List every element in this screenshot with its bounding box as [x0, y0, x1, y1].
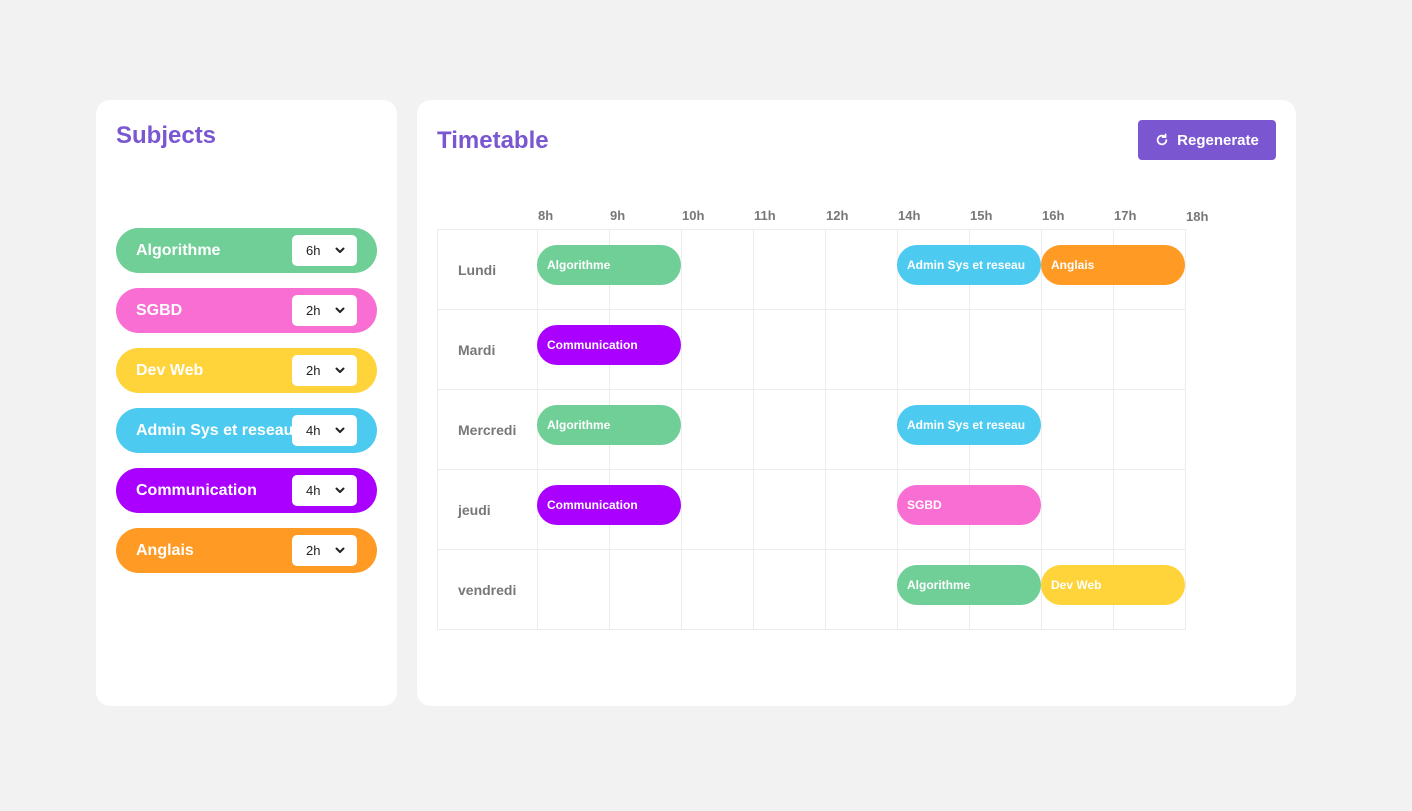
grid-line [825, 550, 826, 630]
subjects-title: Subjects [116, 122, 217, 149]
day-row: jeudi Communication SGBD [438, 470, 1185, 550]
grid-line [1113, 470, 1114, 549]
timetable-slot[interactable]: Algorithme [537, 245, 681, 285]
grid-line [1041, 390, 1042, 469]
hours-select[interactable]: 6h [292, 235, 357, 266]
grid-line [825, 310, 826, 389]
subject-item: Dev Web 2h [116, 348, 377, 393]
grid-line [969, 310, 970, 389]
hours-select[interactable]: 4h [292, 475, 357, 506]
chevron-down-icon [335, 367, 345, 373]
subject-item: Admin Sys et reseau 4h [116, 408, 377, 453]
day-label: jeudi [458, 502, 491, 518]
hour-label: 8h [538, 208, 554, 223]
timetable-title: Timetable [437, 127, 549, 154]
grid-line [537, 550, 538, 630]
hours-select[interactable]: 2h [292, 535, 357, 566]
timetable-slot[interactable]: Communication [537, 325, 681, 365]
timetable-slot[interactable]: Admin Sys et reseau [897, 245, 1041, 285]
timetable-slot[interactable]: Algorithme [537, 405, 681, 445]
grid-line [681, 230, 682, 309]
chevron-down-icon [335, 247, 345, 253]
hours-value: 2h [306, 543, 321, 558]
timetable-slot[interactable]: Communication [537, 485, 681, 525]
hours-value: 2h [306, 363, 321, 378]
grid-line [1113, 310, 1114, 389]
grid-line [825, 390, 826, 469]
hour-label: 11h [754, 208, 776, 223]
subject-item: SGBD 2h [116, 288, 377, 333]
timetable-slot[interactable]: Dev Web [1041, 565, 1185, 605]
timetable-panel: Timetable Regenerate 8h 9h 10h 11h 12h 14h 15h… [417, 100, 1296, 706]
hours-value: 4h [306, 483, 321, 498]
grid-line [753, 470, 754, 549]
subject-item: Algorithme 6h [116, 228, 377, 273]
chevron-down-icon [335, 307, 345, 313]
hours-value: 4h [306, 423, 321, 438]
hour-label: 12h [826, 208, 849, 223]
grid-line [681, 550, 682, 630]
day-row: vendredi Algorithme Dev Web [438, 550, 1185, 630]
day-row: Lundi Algorithme Admin Sys et reseau Anglai… [438, 230, 1185, 310]
hour-label: 17h [1114, 208, 1137, 223]
timetable-slot[interactable]: Algorithme [897, 565, 1041, 605]
timetable-slot[interactable]: Anglais [1041, 245, 1185, 285]
hour-label: 14h [898, 208, 921, 223]
chevron-down-icon [335, 427, 345, 433]
grid-line [825, 470, 826, 549]
grid-line [1113, 390, 1114, 469]
hours-select[interactable]: 2h [292, 355, 357, 386]
regenerate-button[interactable]: Regenerate [1138, 120, 1276, 160]
day-row: Mercredi Algorithme Admin Sys et reseau [438, 390, 1185, 470]
grid-line [753, 390, 754, 469]
regenerate-label: Regenerate [1177, 131, 1259, 149]
hour-label: 9h [610, 208, 626, 223]
hour-label: 10h [682, 208, 705, 223]
grid-line [753, 550, 754, 630]
grid-line [1041, 310, 1042, 389]
grid-line [897, 310, 898, 389]
grid-line [681, 390, 682, 469]
hour-label: 15h [970, 208, 993, 223]
day-label: Mercredi [458, 422, 517, 438]
grid-line [825, 230, 826, 309]
day-label: Lundi [458, 262, 497, 278]
subject-item: Communication 4h [116, 468, 377, 513]
day-label: Mardi [458, 342, 496, 358]
hours-value: 6h [306, 243, 321, 258]
hour-label: 16h [1042, 208, 1065, 223]
grid-line [681, 470, 682, 549]
timetable-slot[interactable]: Admin Sys et reseau [897, 405, 1041, 445]
subjects-panel: Subjects Algorithme 6h SGBD 2h Dev Web 2h Admi… [96, 100, 397, 706]
timetable-slot[interactable]: SGBD [897, 485, 1041, 525]
grid-line [753, 310, 754, 389]
hours-select[interactable]: 4h [292, 415, 357, 446]
hour-label: 18h [1186, 209, 1209, 224]
hours-value: 2h [306, 303, 321, 318]
refresh-icon [1156, 133, 1168, 146]
hours-select[interactable]: 2h [292, 295, 357, 326]
subject-item: Anglais 2h [116, 528, 377, 573]
chevron-down-icon [335, 487, 345, 493]
grid-line [681, 310, 682, 389]
grid-line [1041, 470, 1042, 549]
chevron-down-icon [335, 547, 345, 553]
grid-line [753, 230, 754, 309]
day-row: Mardi Communication [438, 310, 1185, 390]
day-label: vendredi [458, 582, 517, 598]
timetable-grid: Lundi Algorithme Admin Sys et reseau Anglai… [437, 229, 1186, 630]
grid-line [609, 550, 610, 630]
